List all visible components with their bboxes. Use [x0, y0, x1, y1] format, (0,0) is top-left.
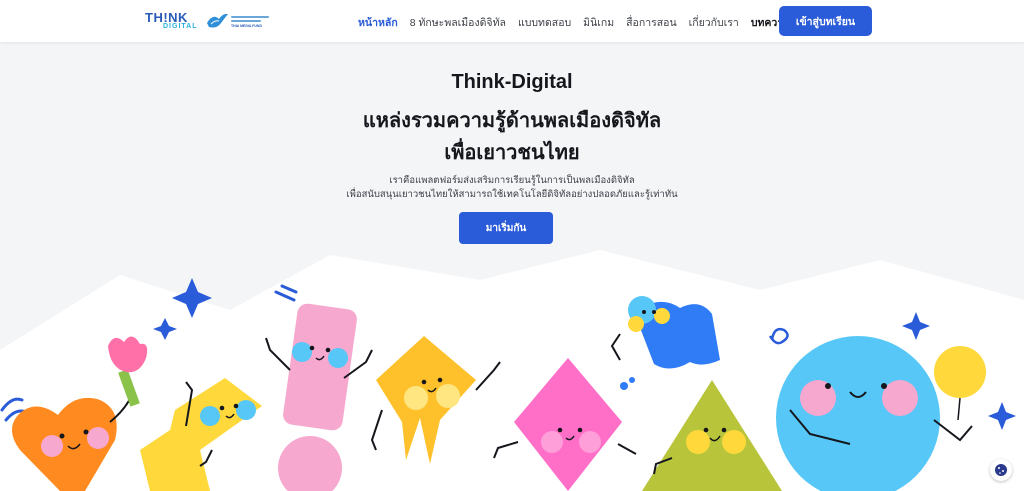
site-logo[interactable]: TH!NK DIGITAL THAI MEDIA FUND	[145, 10, 271, 32]
hero-heading-line-1: แหล่งรวมความรู้ด้านพลเมืองดิจิทัล	[362, 110, 662, 132]
nav-minigame[interactable]: มินิเกม	[583, 14, 614, 31]
hero-description-line-2: เพื่อสนับสนุนเยาวชนไทยให้สามารถใช้เทคโนโ…	[346, 189, 678, 200]
hero-illustration	[0, 250, 1024, 491]
fund-text: THAI MEDIA FUND	[231, 14, 271, 28]
site-header: TH!NK DIGITAL THAI MEDIA FUND หน้าหลัก 8…	[0, 0, 1024, 42]
hero-description-line-1: เราคือแพลตฟอร์มส่งเสริมการเรียนรู้ในการเ…	[389, 175, 635, 186]
nav-home[interactable]: หน้าหลัก	[358, 14, 398, 31]
thai-media-fund-logo: THAI MEDIA FUND	[205, 11, 271, 31]
enter-lessons-button[interactable]: เข้าสู่บทเรียน	[779, 6, 872, 36]
get-started-button[interactable]: มาเริ่มกัน	[459, 212, 553, 244]
nav-8-skills[interactable]: 8 ทักษะพลเมืองดิจิทัล	[410, 14, 506, 31]
fund-name: THAI MEDIA FUND	[231, 24, 262, 28]
cookie-settings-button[interactable]	[990, 459, 1012, 481]
nav-teaching-media[interactable]: สื่อการสอน	[626, 14, 677, 31]
nav-about[interactable]: เกี่ยวกับเรา	[689, 14, 739, 31]
hero-title: Think-Digital	[451, 71, 573, 93]
logo-sub: DIGITAL	[163, 23, 198, 30]
cookie-icon	[995, 464, 1007, 476]
think-digital-logo: TH!NK DIGITAL	[145, 10, 203, 32]
nav-quiz[interactable]: แบบทดสอบ	[518, 14, 571, 31]
hero-heading-line-2: เพื่อเยาวชนไทย	[444, 142, 580, 164]
main-nav: หน้าหลัก 8 ทักษะพลเมืองดิจิทัล แบบทดสอบ …	[358, 14, 802, 31]
bird-icon	[207, 13, 228, 28]
